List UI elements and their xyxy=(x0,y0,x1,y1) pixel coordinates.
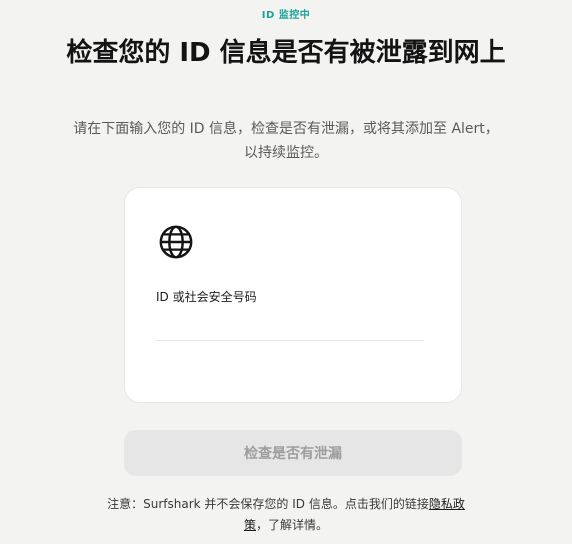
privacy-notice: 注意：Surfshark 并不会保存您的 ID 信息。点击我们的链接隐私政策，了… xyxy=(100,494,472,536)
page-title: 检查您的 ID 信息是否有被泄露到网上 xyxy=(66,38,506,68)
page-subtitle: 请在下面输入您的 ID 信息，检查是否有泄漏，或将其添加至 Alert，以持续监… xyxy=(73,121,499,161)
check-leak-button[interactable]: 检查是否有泄漏 xyxy=(124,430,462,476)
privacy-notice-text: 注意：Surfshark 并不会保存您的 ID 信息。点击我们的链接 xyxy=(107,497,429,511)
id-number-input[interactable] xyxy=(156,310,424,341)
section-eyebrow: ID 监控中 xyxy=(261,10,311,21)
privacy-notice-suffix: ，了解详情。 xyxy=(256,518,329,532)
id-field-label: ID 或社会安全号码 xyxy=(156,290,257,304)
globe-icon xyxy=(159,225,193,259)
id-input-card: ID 或社会安全号码 xyxy=(124,187,462,403)
